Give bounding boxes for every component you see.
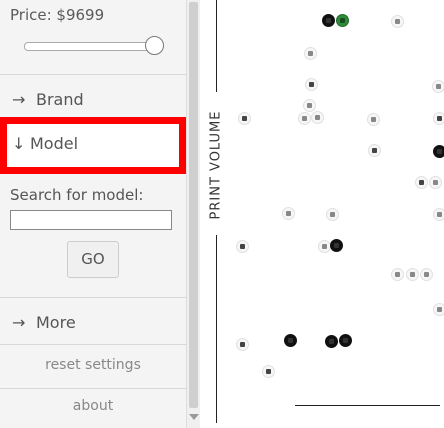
axis-label: PRINT VOLUME — [204, 100, 228, 230]
sidebar-scrollbar[interactable] — [186, 0, 200, 428]
search-label: Search for model: — [10, 186, 144, 204]
nav-more[interactable]: → More — [0, 303, 186, 343]
printer-point[interactable] — [282, 207, 295, 220]
printer-point[interactable] — [391, 15, 404, 28]
arrow-right-icon: → — [12, 90, 26, 109]
printer-point[interactable] — [330, 239, 343, 252]
axis-label-text: PRINT VOLUME — [208, 110, 224, 220]
scrollbar-thumb[interactable] — [189, 2, 198, 408]
printer-point[interactable] — [303, 99, 316, 112]
printer-point[interactable] — [391, 268, 404, 281]
price-slider-handle[interactable] — [145, 36, 164, 55]
printer-point[interactable] — [432, 80, 444, 93]
reset-settings-link[interactable]: reset settings — [0, 357, 186, 373]
printer-point[interactable] — [406, 268, 419, 281]
printer-point[interactable] — [368, 144, 381, 157]
arrow-right-icon: → — [12, 313, 26, 332]
printer-point[interactable] — [433, 112, 444, 125]
price-slider-track[interactable] — [24, 42, 154, 51]
printer-point[interactable] — [433, 303, 444, 316]
printer-point[interactable] — [298, 112, 311, 125]
printer-point[interactable] — [236, 338, 249, 351]
printer-point[interactable] — [236, 240, 249, 253]
printer-point[interactable] — [429, 176, 442, 189]
divider — [0, 388, 186, 389]
printer-point[interactable] — [336, 14, 349, 27]
axis-line — [216, 235, 217, 423]
scroll-down-arrow-icon[interactable] — [189, 414, 199, 420]
printer-point[interactable] — [284, 334, 297, 347]
about-link[interactable]: about — [0, 398, 186, 414]
nav-brand-label: Brand — [36, 90, 84, 109]
printer-point[interactable] — [304, 47, 317, 60]
arrow-down-icon: ↓ — [12, 134, 26, 153]
plot-area: PRINT VOLUME — [200, 0, 444, 428]
printer-point[interactable] — [415, 176, 428, 189]
price-label: Price: $9699 — [10, 6, 105, 24]
nav-brand[interactable]: → Brand — [0, 80, 186, 120]
nav-more-label: More — [36, 313, 76, 332]
printer-point[interactable] — [326, 208, 339, 221]
model-search-input[interactable] — [10, 210, 172, 230]
price-slider[interactable] — [24, 36, 164, 56]
divider — [0, 344, 186, 345]
printer-point[interactable] — [322, 14, 335, 27]
divider — [0, 74, 186, 75]
printer-point[interactable] — [367, 113, 380, 126]
sidebar: Price: $9699 → Brand ↓ Model Search for … — [0, 0, 186, 428]
printer-point[interactable] — [238, 112, 251, 125]
printer-point[interactable] — [420, 268, 433, 281]
go-button[interactable]: GO — [67, 241, 119, 278]
printer-point[interactable] — [305, 78, 318, 91]
divider — [0, 297, 186, 298]
axis-line — [216, 0, 217, 92]
axis-baseline — [295, 405, 440, 406]
printer-point[interactable] — [433, 208, 444, 221]
printer-point[interactable] — [325, 335, 338, 348]
printer-point[interactable] — [262, 365, 275, 378]
printer-point[interactable] — [318, 240, 331, 253]
printer-point[interactable] — [311, 111, 324, 124]
nav-model-label: Model — [30, 134, 79, 153]
printer-point[interactable] — [339, 334, 352, 347]
printer-point[interactable] — [433, 145, 444, 158]
nav-model[interactable]: ↓ Model — [0, 117, 186, 174]
